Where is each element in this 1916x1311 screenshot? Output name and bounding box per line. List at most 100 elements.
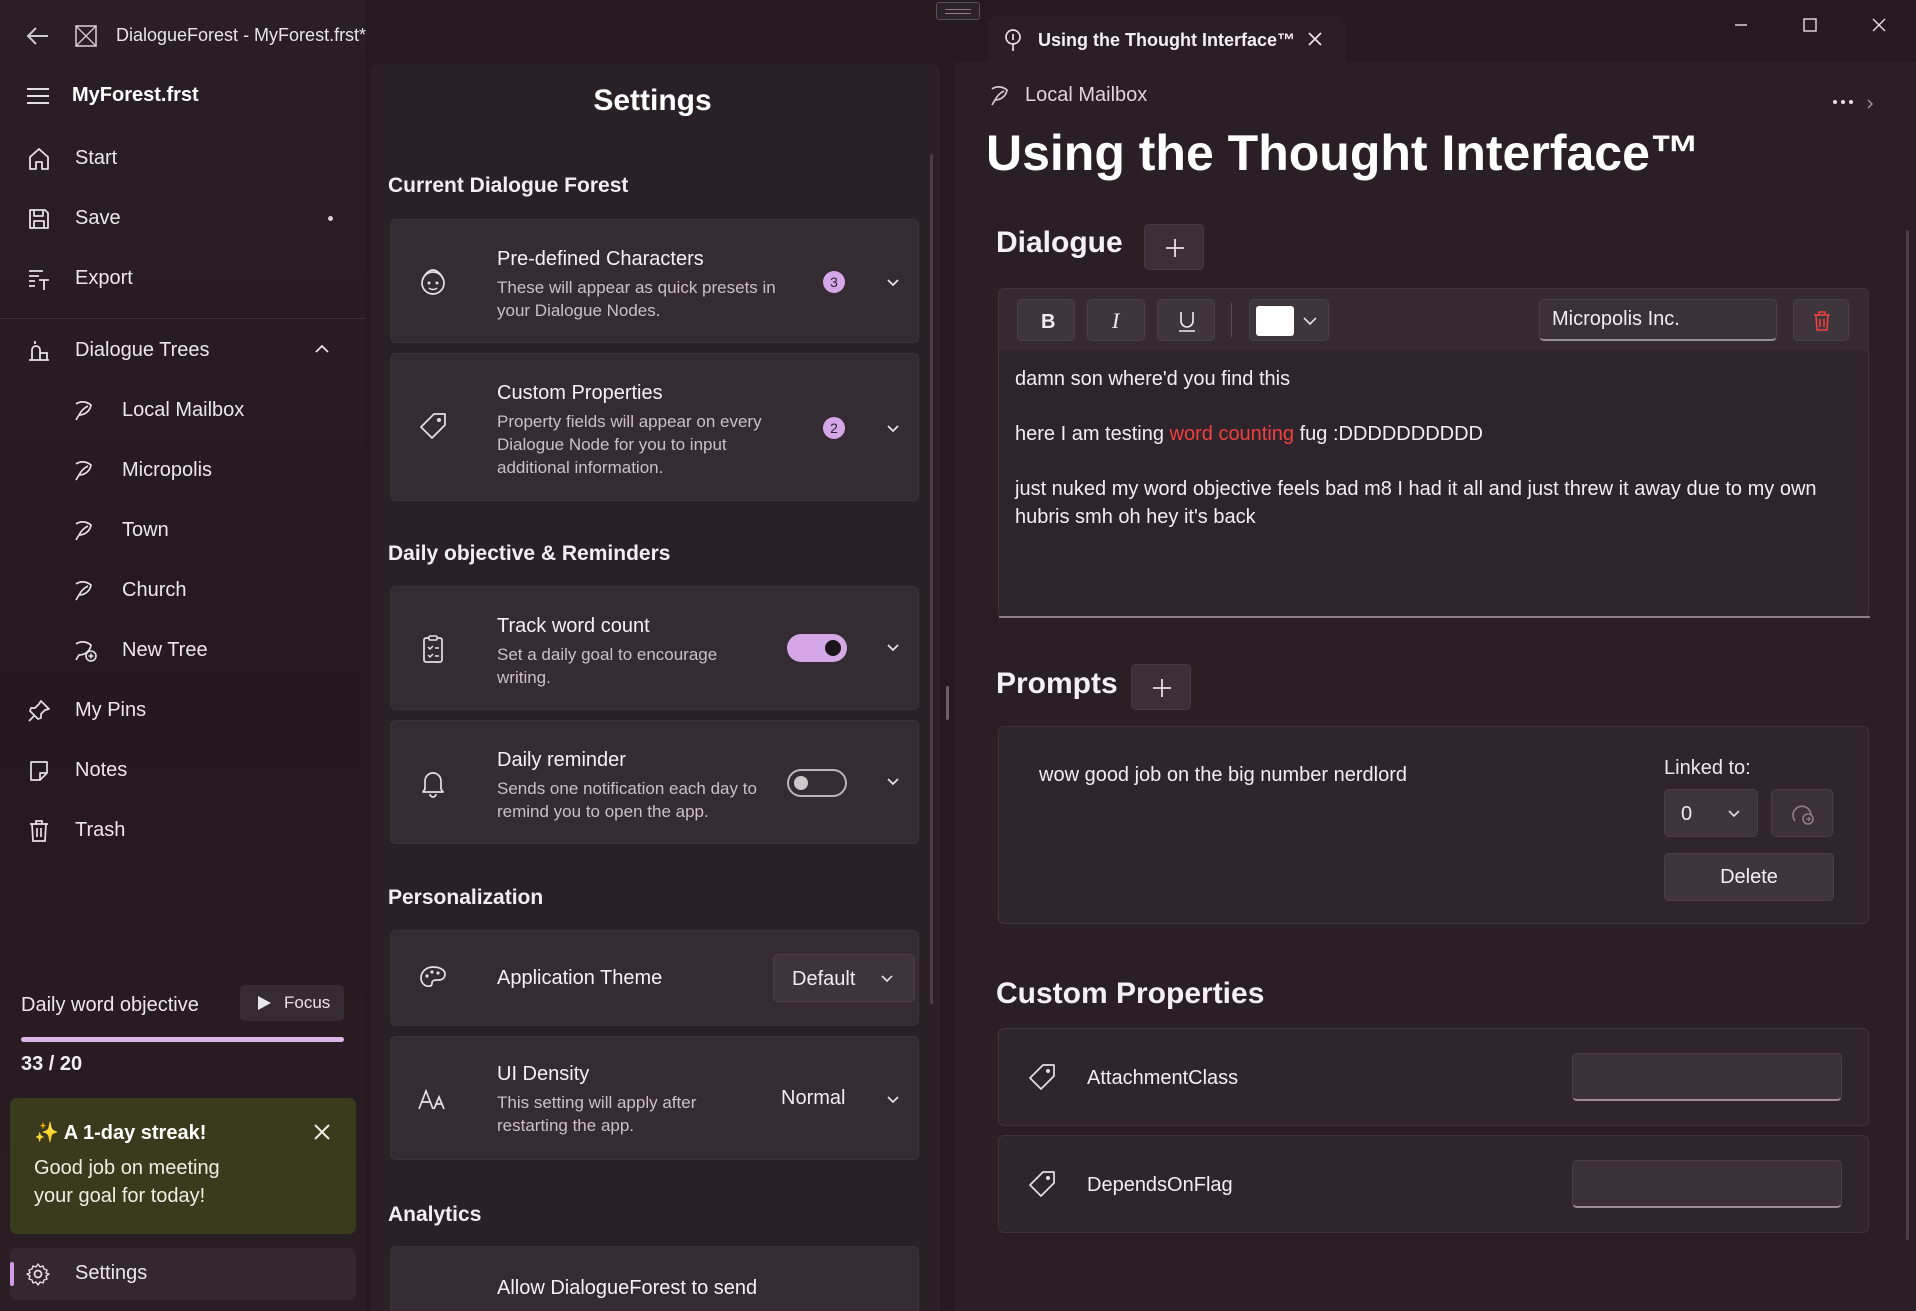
maximize-button[interactable]: [1787, 12, 1833, 38]
dialogue-line: here I am testing word counting fug :DDD…: [1015, 420, 1855, 448]
word-progress-text: 33 / 20: [21, 1053, 83, 1075]
sidebar-item-label: Local Mailbox: [122, 398, 245, 421]
node-title[interactable]: Using the Thought Interface™: [986, 124, 1700, 182]
file-name: MyForest.frst: [72, 84, 199, 106]
card-ui-density[interactable]: UI Density This setting will apply after…: [390, 1036, 919, 1160]
add-prompt-button[interactable]: [1131, 664, 1191, 710]
nav-item-trash[interactable]: Trash: [10, 804, 355, 856]
card-daily-reminder[interactable]: Daily reminder Sends one notification ea…: [390, 720, 919, 844]
delete-dialogue-button[interactable]: [1793, 299, 1849, 341]
minimize-button[interactable]: [1718, 12, 1764, 38]
focus-label: Focus: [284, 993, 331, 1012]
sidebar-item-local-mailbox[interactable]: Local Mailbox: [10, 384, 355, 436]
pin-icon: [26, 698, 52, 724]
chevron-down-icon[interactable]: [884, 1093, 902, 1107]
add-dialogue-button[interactable]: [1144, 224, 1204, 270]
leaf-tree-icon: [72, 578, 98, 604]
note-icon: [26, 758, 52, 784]
property-value-input[interactable]: [1572, 1160, 1842, 1208]
svg-text:B: B: [1041, 311, 1055, 332]
back-arrow-icon[interactable]: [24, 24, 52, 48]
nav-item-label: Export: [75, 266, 133, 289]
more-options-icon[interactable]: [1832, 98, 1854, 106]
add-tree-icon: [72, 638, 98, 664]
dialogue-heading: Dialogue: [996, 226, 1123, 259]
breadcrumb[interactable]: Local Mailbox: [1025, 84, 1147, 107]
italic-button[interactable]: I: [1087, 299, 1145, 341]
sidebar-item-new-tree[interactable]: New Tree: [10, 624, 355, 676]
theme-dropdown[interactable]: Default: [773, 954, 915, 1002]
linked-to-label: Linked to:: [1664, 757, 1751, 779]
close-window-button[interactable]: [1856, 12, 1902, 38]
palette-icon: [417, 963, 449, 995]
home-icon: [26, 146, 52, 172]
leaf-tree-icon: [988, 84, 1014, 108]
underline-button[interactable]: [1157, 299, 1215, 341]
card-predefined-characters[interactable]: Pre-defined Characters These will appear…: [390, 219, 919, 343]
highlighted-text: word counting: [1169, 423, 1295, 445]
chevron-down-icon[interactable]: [884, 422, 902, 436]
scrollbar[interactable]: [930, 154, 933, 1004]
text-color-picker[interactable]: [1249, 299, 1329, 341]
hamburger-menu-icon[interactable]: [24, 84, 52, 108]
card-title: Application Theme: [497, 967, 663, 989]
tag-icon: [417, 410, 449, 442]
chevron-down-icon[interactable]: [884, 276, 902, 290]
nav-item-label: Start: [75, 146, 118, 169]
nav-item-label: Dialogue Trees: [75, 338, 210, 361]
chevron-down-icon[interactable]: [884, 775, 902, 789]
sidebar-item-label: New Tree: [122, 638, 208, 661]
dialogue-editor: B I damn son where'd you find this here …: [998, 288, 1870, 618]
nav-item-export[interactable]: Export: [10, 252, 355, 304]
bell-icon: [417, 767, 449, 799]
dialogue-text[interactable]: damn son where'd you find this here I am…: [1015, 365, 1855, 558]
card-analytics[interactable]: Allow DialogueForest to send: [390, 1246, 919, 1311]
card-track-word-count[interactable]: Track word count Set a daily goal to enc…: [390, 586, 919, 710]
card-title: Pre-defined Characters: [497, 248, 704, 270]
scrollbar[interactable]: [1906, 230, 1909, 1240]
linked-node-dropdown[interactable]: 0: [1664, 789, 1758, 837]
nav-item-settings[interactable]: Settings: [10, 1248, 356, 1300]
nav-item-dialogue-trees[interactable]: Dialogue Trees: [10, 324, 355, 376]
checklist-icon: [417, 633, 449, 665]
unsaved-indicator: [328, 216, 333, 221]
pane-splitter[interactable]: [946, 686, 949, 720]
track-word-count-toggle[interactable]: [787, 634, 847, 662]
bold-button[interactable]: B: [1017, 299, 1075, 341]
drag-handle[interactable]: [936, 2, 980, 20]
nav-item-start[interactable]: Start: [10, 132, 355, 184]
close-tab-icon[interactable]: [1306, 30, 1324, 48]
card-title: Allow DialogueForest to send: [497, 1277, 758, 1299]
selection-indicator: [10, 1262, 14, 1286]
chevron-down-icon: [1727, 808, 1741, 819]
nav-item-notes[interactable]: Notes: [10, 744, 355, 796]
close-icon[interactable]: [312, 1122, 332, 1142]
window-title: DialogueForest - MyForest.frst*: [116, 25, 367, 45]
dialogue-line: damn son where'd you find this: [1015, 368, 1291, 390]
property-row: DependsOnFlag: [998, 1135, 1869, 1233]
chevron-right-icon[interactable]: [1866, 98, 1874, 110]
trash-icon: [1814, 311, 1830, 331]
tree-icon: [26, 338, 52, 364]
property-value-input[interactable]: [1572, 1053, 1842, 1101]
toggle-knob: [825, 640, 841, 656]
delete-prompt-button[interactable]: Delete: [1664, 853, 1834, 901]
chevron-up-icon[interactable]: [313, 342, 331, 356]
chevron-down-icon[interactable]: [884, 641, 902, 655]
daily-reminder-toggle[interactable]: [787, 769, 847, 797]
sidebar-item-town[interactable]: Town: [10, 504, 355, 556]
prompts-heading: Prompts: [996, 667, 1118, 700]
go-to-linked-node-button[interactable]: [1771, 789, 1833, 837]
nav-item-save[interactable]: Save: [10, 192, 355, 244]
sidebar-item-micropolis[interactable]: Micropolis: [10, 444, 355, 496]
tab-thought-interface[interactable]: Using the Thought Interface™: [988, 16, 1346, 64]
card-custom-properties[interactable]: Custom Properties Property fields will a…: [390, 353, 919, 501]
character-name-input[interactable]: [1539, 299, 1777, 341]
prompt-text[interactable]: wow good job on the big number nerdlord: [1039, 764, 1407, 787]
focus-button[interactable]: Focus: [240, 985, 344, 1021]
export-icon: [26, 266, 52, 292]
nav-item-my-pins[interactable]: My Pins: [10, 684, 355, 736]
card-description: This setting will apply after restarting…: [497, 1093, 697, 1135]
sidebar-item-church[interactable]: Church: [10, 564, 355, 616]
streak-notification: ✨ A 1-day streak! Good job on meeting yo…: [10, 1098, 356, 1234]
